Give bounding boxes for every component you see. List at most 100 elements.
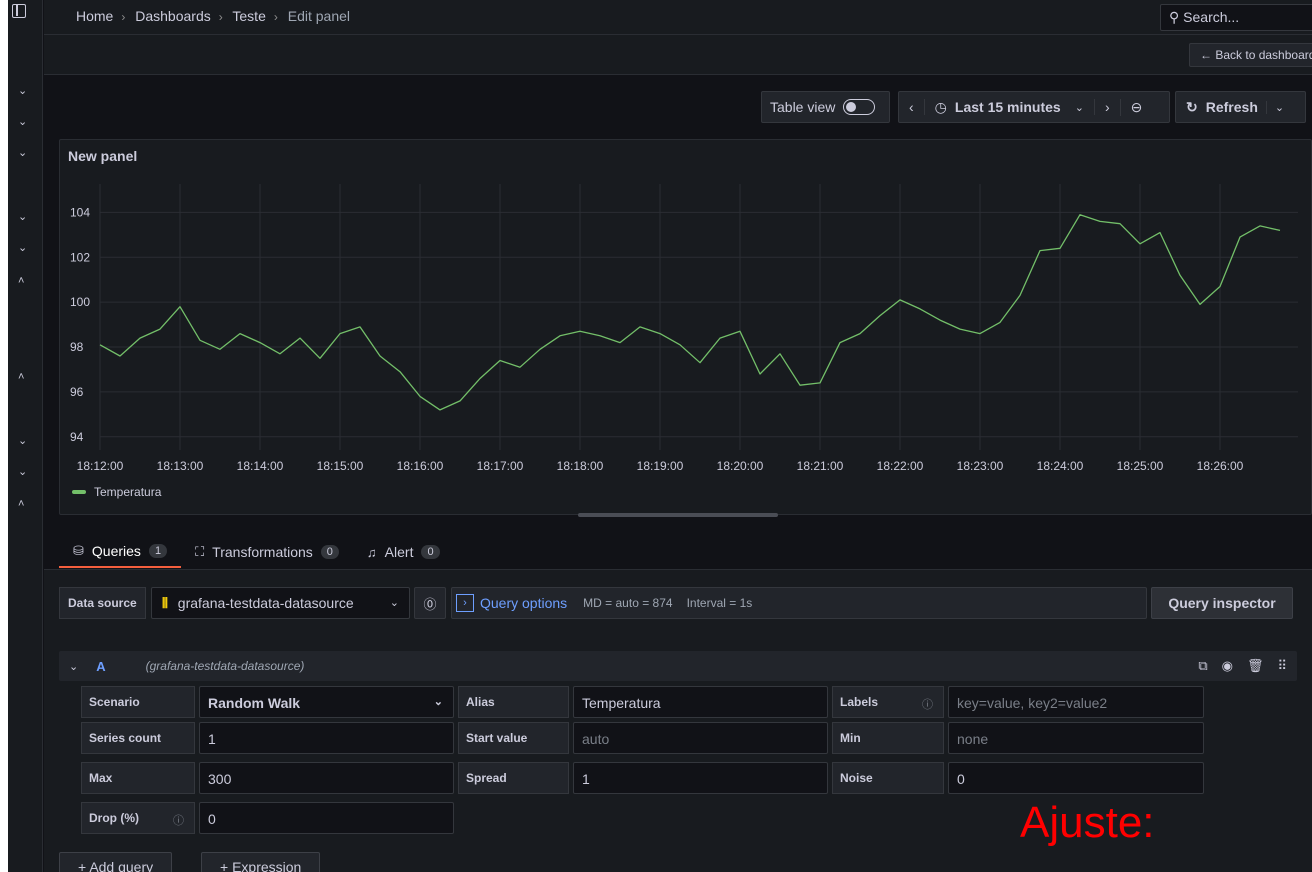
info-icon[interactable]: ⓘ [922, 696, 933, 712]
grafana-edit-panel: ⌄ ⌄ ⌄ ⌄ ⌄ ˄ ˄ ⌄ ⌄ ˄ Home › Dashboards › Te… [0, 0, 1312, 872]
add-query-button[interactable]: + Add query [59, 852, 173, 872]
chevron-up-icon[interactable]: ˄ [18, 372, 24, 383]
duplicate-icon[interactable]: ⧉ [1198, 658, 1207, 674]
query-datasource-name: (grafana-testdata-datasource) [145, 659, 305, 673]
max-input[interactable]: 300 [199, 762, 454, 794]
chevron-down-icon[interactable]: ⌄ [18, 86, 27, 97]
chevron-down-icon[interactable]: ⌄ [18, 467, 27, 478]
refresh-icon[interactable]: ↻ [1176, 99, 1206, 116]
y-tick-label: 104 [70, 205, 90, 219]
back-to-dashboard-button[interactable]: ← Back to dashboard [1189, 43, 1312, 67]
chevron-up-icon[interactable]: ˄ [18, 499, 24, 510]
panel-resize-handle[interactable] [578, 513, 778, 517]
chevron-down-icon[interactable]: ⌄ [18, 212, 27, 223]
series-line-temperatura[interactable] [99, 214, 1281, 411]
drag-handle-icon[interactable]: ⠿ [1277, 658, 1287, 674]
breadcrumb-home[interactable]: Home [76, 8, 113, 24]
tab-transformations-count: 0 [320, 545, 339, 559]
search-input[interactable]: ⚲ Search... [1160, 4, 1312, 31]
series-count-label: Series count [81, 722, 195, 754]
plus-icon: + [78, 859, 87, 872]
query-row-header: ⌄ A (grafana-testdata-datasource) ⧉ ◉ 🗑 … [59, 651, 1297, 681]
breadcrumb-teste[interactable]: Teste [232, 8, 265, 24]
breadcrumb-dashboards[interactable]: Dashboards [135, 8, 211, 24]
tab-queries-count: 1 [148, 544, 168, 558]
chevron-down-icon[interactable]: ⌄ [18, 243, 27, 254]
chevron-down-icon[interactable]: ⌄ [18, 436, 27, 447]
data-source-select[interactable]: ⫴ grafana-testdata-datasource ⌄ [151, 587, 410, 619]
testdata-logo-icon: ⫴ [162, 595, 168, 611]
panel-title[interactable]: New panel [68, 148, 137, 164]
search-icon: ⚲ [1169, 9, 1180, 25]
time-picker-group: ‹ ◷ Last 15 minutes ⌄ › ⊖ [898, 91, 1170, 123]
tab-alert[interactable]: ♫ Alert 0 [353, 536, 454, 568]
legend-swatch [72, 490, 86, 494]
collapse-chevron-icon[interactable]: ⌄ [69, 660, 78, 673]
time-range-label: Last 15 minutes [954, 99, 1061, 115]
min-input[interactable]: none [948, 722, 1204, 754]
query-options[interactable]: › Query options MD = auto = 874 Interval… [451, 587, 1147, 619]
drop-input[interactable]: 0 [199, 802, 454, 834]
toggle-switch[interactable] [843, 99, 876, 115]
database-icon: ⛁ [73, 543, 84, 558]
x-tick-label: 18:16:00 [397, 459, 444, 473]
time-back-icon[interactable]: ‹ [899, 99, 925, 115]
chevron-down-icon[interactable]: ⌄ [18, 148, 27, 159]
query-ref-id[interactable]: A [96, 659, 105, 674]
spread-input[interactable]: 1 [573, 762, 828, 794]
alias-input[interactable]: Temperatura [573, 686, 828, 718]
labels-label: Labels ⓘ [832, 686, 944, 718]
scenario-label: Scenario [81, 686, 195, 718]
breadcrumb-edit-panel: Edit panel [287, 8, 351, 24]
legend-label: Temperatura [94, 485, 162, 499]
series-count-input[interactable]: 1 [199, 722, 454, 754]
time-forward-icon[interactable]: › [1093, 99, 1120, 115]
x-tick-label: 18:24:00 [1037, 459, 1084, 473]
start-value-label: Start value [458, 722, 569, 754]
info-icon[interactable]: ⓘ [173, 812, 184, 828]
chevron-down-icon[interactable]: ⌄ [18, 117, 27, 128]
x-tick-label: 18:17:00 [477, 459, 524, 473]
trash-icon[interactable]: 🗑 [1247, 658, 1264, 674]
labels-label-text: Labels [840, 695, 879, 709]
start-value-input[interactable]: auto [573, 722, 828, 754]
add-expression-button[interactable]: + Expression [201, 852, 321, 872]
table-view-toggle[interactable]: Table view [761, 91, 890, 123]
tab-transformations-label: Transformations [212, 544, 313, 560]
drop-label: Drop (%) ⓘ [81, 802, 195, 834]
sub-toolbar: ← Back to dashboard [44, 35, 1312, 75]
tab-divider [44, 569, 1312, 570]
editor-tabs: ⛁ Queries 1 ⛶ Transformations 0 ♫ Alert … [59, 536, 454, 570]
tab-queries-label: Queries [91, 543, 141, 559]
tab-transformations[interactable]: ⛶ Transformations 0 [181, 536, 353, 568]
time-range-picker[interactable]: ◷ Last 15 minutes ⌄ [925, 99, 1094, 116]
refresh-interval-chevron-icon[interactable]: ⌄ [1265, 100, 1292, 114]
clock-icon: ◷ [934, 98, 947, 115]
add-query-label: Add query [89, 859, 154, 872]
query-inspector-button[interactable]: Query inspector [1151, 587, 1293, 619]
x-tick-label: 18:21:00 [797, 459, 844, 473]
x-tick-label: 18:12:00 [77, 459, 124, 473]
help-icon[interactable]: ⓪ [414, 587, 446, 619]
chevron-down-icon: ⌄ [433, 696, 443, 708]
expand-icon[interactable]: › [456, 594, 474, 612]
data-source-label: Data source [59, 587, 146, 619]
x-tick-label: 18:15:00 [317, 459, 364, 473]
chevron-up-icon[interactable]: ˄ [18, 276, 24, 287]
scenario-select[interactable]: Random Walk ⌄ [199, 686, 454, 718]
dock-menu-icon[interactable] [12, 4, 26, 18]
annotation-text: Ajuste: [1020, 798, 1155, 847]
tab-alert-count: 0 [421, 545, 440, 559]
refresh-button[interactable]: Refresh [1206, 99, 1266, 115]
query-options-label: Query options [480, 595, 568, 611]
noise-input[interactable]: 0 [948, 762, 1204, 794]
eye-icon[interactable]: ◉ [1222, 658, 1233, 674]
min-label: Min [832, 722, 944, 754]
legend[interactable]: Temperatura [72, 485, 161, 499]
zoom-out-icon[interactable]: ⊖ [1119, 98, 1153, 116]
max-data-points: MD = auto = 874 [583, 596, 673, 610]
chevron-down-icon: ⌄ [1074, 101, 1084, 114]
transform-icon: ⛶ [195, 544, 205, 559]
tab-queries[interactable]: ⛁ Queries 1 [59, 536, 182, 568]
labels-input[interactable]: key=value, key2=value2 [948, 686, 1204, 718]
